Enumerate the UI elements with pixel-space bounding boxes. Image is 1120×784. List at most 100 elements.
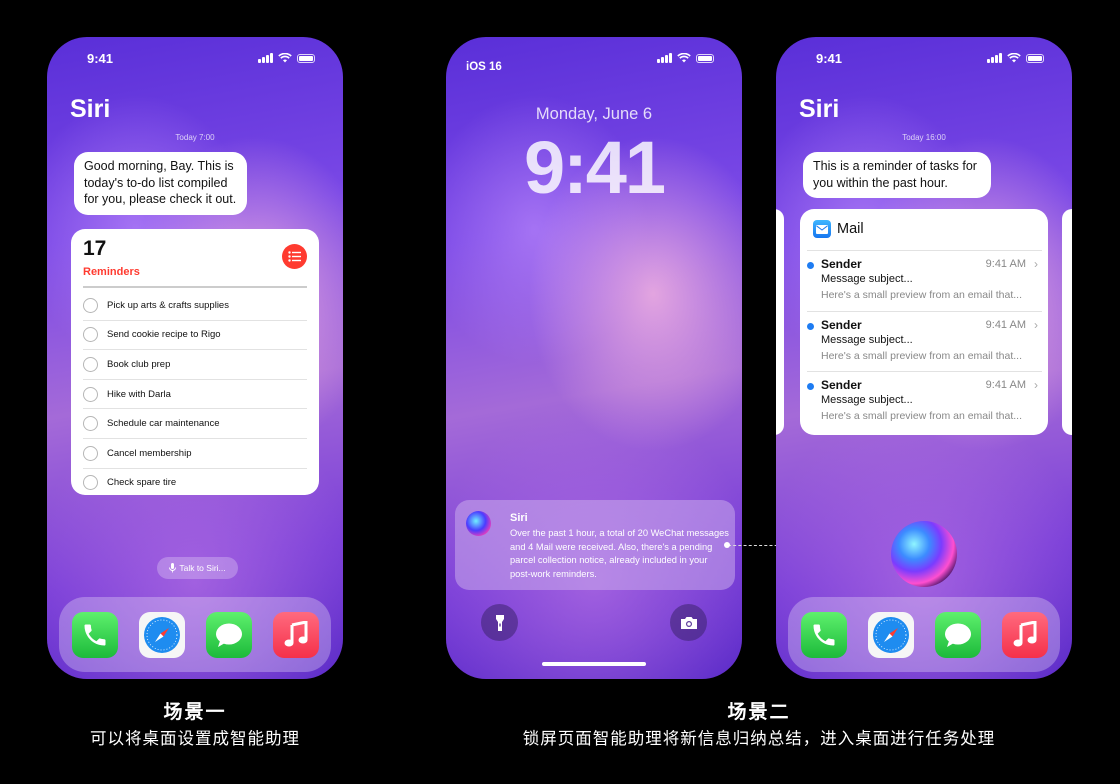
mail-header: Mail (813, 220, 864, 238)
mail-item[interactable]: Sender 9:41 AM › Message subject... Here… (807, 310, 1042, 372)
status-bar: 9:41 (47, 51, 343, 69)
signal-icon (987, 53, 1002, 63)
next-card[interactable] (1062, 209, 1072, 435)
phone-scene1: 9:41 Siri Today 7:00 Good morning, Bay. … (47, 37, 343, 679)
messages-icon[interactable] (934, 611, 981, 658)
scene1-caption-title: 场景一 (163, 702, 227, 723)
mail-time: 9:41 AM (985, 318, 1026, 331)
siri-icon (466, 511, 491, 536)
list-icon[interactable] (282, 244, 307, 269)
siri-message-bubble: Good morning, Bay. This is today's to-do… (74, 152, 247, 215)
lock-date: Monday, June 6 (535, 105, 653, 123)
list-item[interactable]: Book club prep (83, 350, 307, 380)
siri-message-text: This is a reminder of tasks for you with… (813, 159, 977, 190)
safari-icon[interactable] (138, 611, 185, 658)
scene2-caption-subtitle: 锁屏页面智能助理将新信息归纳总结，进入桌面进行任务处理 (522, 730, 996, 748)
chevron-right-icon: › (1034, 317, 1038, 332)
mail-widget[interactable]: Mail Sender 9:41 AM › Message subject...… (800, 209, 1048, 435)
checkbox-circle[interactable] (83, 297, 98, 313)
siri-title: Siri (799, 95, 840, 123)
timestamp: Today 16:00 (902, 133, 946, 142)
notification-title: Siri (510, 512, 528, 524)
battery-icon (696, 54, 714, 63)
mail-subject: Message subject... (821, 394, 913, 406)
divider (83, 286, 307, 288)
microphone-icon (169, 563, 177, 573)
mail-preview: Here's a small preview from an email tha… (821, 349, 1022, 362)
reminders-list: Pick up arts & crafts supplies Send cook… (83, 291, 307, 497)
flow-arrow-dot (724, 542, 730, 548)
chevron-right-icon: › (1034, 378, 1038, 392)
list-item[interactable]: Pick up arts & crafts supplies (83, 291, 307, 321)
mail-sender: Sender (821, 378, 862, 392)
list-item[interactable]: Cancel membership (83, 439, 307, 469)
checkbox-circle[interactable] (83, 475, 98, 491)
phone-icon[interactable] (71, 611, 118, 658)
signal-icon (258, 53, 273, 63)
wifi-icon (278, 53, 292, 63)
siri-orb-icon[interactable] (891, 521, 957, 587)
reminder-label: Pick up arts & crafts supplies (107, 299, 229, 311)
mail-time: 9:41 AM (985, 258, 1026, 270)
status-time: 9:41 (87, 51, 114, 66)
reminder-label: Check spare tire (107, 477, 177, 489)
wifi-icon (1007, 53, 1021, 63)
flashlight-button[interactable] (481, 604, 518, 641)
mail-subject: Message subject... (821, 273, 913, 285)
checkbox-circle[interactable] (83, 445, 98, 461)
siri-title: Siri (70, 95, 111, 123)
dock (59, 597, 331, 672)
unread-dot (807, 262, 814, 269)
phone-scene2: iOS 16 Monday, June 6 9:41 Siri Over the… (446, 37, 742, 679)
mail-item[interactable]: Sender 9:41 AM › Message subject... Here… (807, 371, 1042, 432)
siri-notification[interactable]: Siri Over the past 1 hour, a total of 20… (455, 500, 735, 590)
list-item[interactable]: Send cookie recipe to Rigo (83, 321, 307, 351)
checkbox-circle[interactable] (83, 386, 98, 402)
mail-title: Mail (837, 221, 864, 237)
dock (788, 597, 1060, 672)
safari-icon[interactable] (867, 611, 914, 658)
reminder-label: Book club prep (107, 358, 171, 370)
reminder-label: Hike with Darla (107, 388, 171, 400)
reminders-widget[interactable]: 17 Reminders Pick up arts & crafts suppl… (71, 229, 319, 495)
scene1-caption-subtitle: 可以将桌面设置成智能助理 (90, 730, 300, 748)
phone-icon[interactable] (800, 611, 847, 658)
mail-list: Sender 9:41 AM › Message subject... Here… (807, 250, 1042, 432)
camera-button[interactable] (670, 604, 707, 641)
mail-sender: Sender (821, 317, 862, 332)
mail-sender: Sender (821, 257, 862, 271)
status-bar: 9:41 (776, 51, 1072, 69)
messages-icon[interactable] (205, 611, 252, 658)
flashlight-icon (495, 614, 504, 631)
timestamp: Today 7:00 (175, 133, 215, 142)
wifi-icon (677, 53, 691, 63)
music-icon[interactable] (1001, 611, 1048, 658)
talk-to-siri-button[interactable]: Talk to Siri... (157, 557, 238, 579)
home-indicator[interactable] (542, 662, 646, 666)
checkbox-circle[interactable] (83, 416, 98, 432)
camera-icon (680, 616, 697, 629)
checkbox-circle[interactable] (83, 356, 98, 372)
music-icon[interactable] (272, 611, 319, 658)
signal-icon (657, 53, 672, 63)
mail-item[interactable]: Sender 9:41 AM › Message subject... Here… (807, 250, 1042, 311)
list-item[interactable]: Schedule car maintenance (83, 409, 307, 439)
mail-preview: Here's a small preview from an email tha… (821, 410, 1022, 422)
lock-time: 9:41 (523, 126, 666, 209)
mail-preview: Here's a small preview from an email tha… (821, 289, 1022, 301)
reminders-count: 17 (83, 237, 107, 260)
checkbox-circle[interactable] (83, 327, 98, 343)
phone-scene3: 9:41 Siri Today 16:00 This is a reminder… (776, 37, 1072, 679)
scene2-caption-title: 场景二 (727, 702, 791, 723)
reminder-label: Send cookie recipe to Rigo (107, 329, 221, 341)
list-item[interactable]: Check spare tire (83, 469, 307, 498)
status-label: iOS 16 (466, 61, 502, 73)
reminders-title: Reminders (83, 266, 140, 278)
mail-icon (813, 220, 831, 238)
siri-message-text: Good morning, Bay. This is today's to-do… (84, 159, 237, 206)
battery-icon (297, 54, 315, 63)
siri-message-bubble: This is a reminder of tasks for you with… (803, 152, 991, 198)
list-item[interactable]: Hike with Darla (83, 380, 307, 410)
notification-body: Over the past 1 hour, a total of 20 WeCh… (510, 528, 729, 579)
previous-card[interactable] (776, 209, 784, 435)
